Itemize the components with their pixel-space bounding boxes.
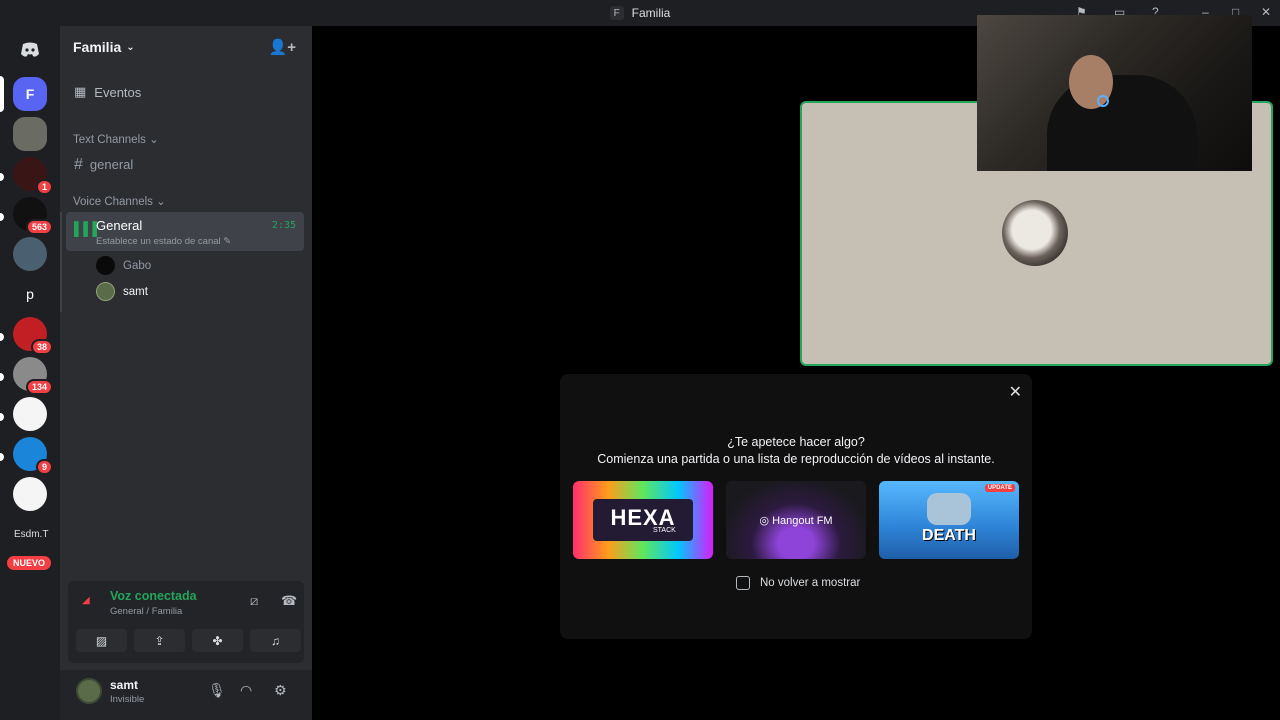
soundboard-button[interactable]: ♫ (250, 629, 301, 652)
discord-home-icon[interactable] (13, 33, 47, 67)
chevron-down-icon[interactable]: ⌄ (126, 42, 134, 53)
server-icon[interactable]: 1 (13, 157, 53, 195)
server-gym[interactable] (13, 477, 47, 511)
voice-status[interactable]: Voz conectada (110, 589, 197, 603)
guild-name[interactable]: Familia (73, 39, 121, 55)
prompt-heading: ¿Te apetece hacer algo? (727, 435, 865, 449)
mention-badge: 38 (30, 339, 53, 355)
events-label: Eventos (94, 84, 142, 100)
unread-pip (0, 413, 4, 421)
close-window-icon[interactable]: ✕ (1261, 5, 1271, 19)
voice-category[interactable]: Voice Channels ⌄ (73, 194, 166, 208)
activities-icon: ✤ (212, 633, 223, 648)
gear-icon[interactable]: ⚙ (274, 682, 287, 699)
chevron-down-icon: ⌄ (149, 134, 159, 146)
unread-pip (0, 333, 4, 341)
new-badge[interactable]: NUEVO (7, 556, 52, 570)
server-icon[interactable]: 9 (13, 437, 53, 475)
voice-member[interactable]: samt (96, 282, 148, 301)
voice-channel-general[interactable]: ▌▌▌ General Establece un estado de canal… (66, 212, 304, 251)
close-icon[interactable]: ✕ (1009, 382, 1022, 402)
card-art (927, 493, 971, 525)
unread-pip (0, 173, 4, 181)
card-subtitle: STACK (653, 527, 676, 534)
member-name: samt (123, 285, 148, 298)
add-member-icon[interactable]: 👤+ (269, 38, 296, 56)
voice-member[interactable]: Gabo (96, 256, 151, 275)
unread-pip (0, 213, 4, 221)
activity-card-hangout-fm[interactable]: ◎ Hangout FM (726, 481, 866, 559)
camera-button[interactable]: ▨ (76, 629, 127, 652)
camera-off-icon: ▨ (95, 633, 108, 648)
soundboard-icon: ♫ (271, 633, 280, 648)
server-icon[interactable]: 134 (13, 357, 53, 395)
checkbox-label: No volver a mostrar (760, 577, 861, 589)
unread-pip (0, 373, 4, 381)
user-status[interactable]: Invisible (110, 694, 144, 705)
text-category[interactable]: Text Channels ⌄ (73, 132, 159, 146)
user-panel: samt Invisible 🎙 ◠ ⚙ (60, 670, 312, 720)
mute-video-icon[interactable]: ⧄ (250, 593, 258, 609)
call-timer: 2:35 (271, 220, 296, 231)
voice-category-label: Voice Channels (73, 196, 153, 208)
activities-button[interactable]: ✤ (192, 629, 243, 652)
voice-channel-name: General (96, 218, 143, 233)
channel-sidebar: Familia ⌄ 👤+ ▦ Eventos Text Channels ⌄ #… (60, 26, 312, 720)
screen-share-icon: ⇪ (154, 633, 165, 648)
active-server-pip (0, 76, 4, 112)
channel-status[interactable]: Establece un estado de canal ✎ (96, 236, 231, 247)
server-initial-icon: F (609, 6, 624, 20)
server-rail: F 1 563 p 38 134 9 Esdm.T NUEVO (0, 26, 60, 720)
member-name: Gabo (123, 259, 152, 272)
calendar-icon: ▦ (74, 84, 87, 99)
voice-connection-panel: ◢ Voz conectada General / Familia ⧄ ☎ ▨ … (68, 581, 304, 663)
channel-general[interactable]: # general (74, 156, 133, 174)
checkbox-box[interactable] (736, 576, 750, 590)
card-title: HEXA (610, 505, 676, 530)
mention-badge: 1 (35, 179, 53, 195)
activity-prompt: ✕ ¿Te apetece hacer algo? Comienza una p… (560, 374, 1032, 639)
server-icon[interactable]: 563 (13, 197, 53, 235)
microphone-icon[interactable]: 🎙 (208, 682, 226, 699)
mention-badge: 563 (25, 219, 53, 235)
hash-icon: # (74, 156, 83, 173)
signal-icon[interactable]: ◢ (82, 595, 90, 606)
update-badge: UPDATE (984, 484, 1015, 492)
server-icon[interactable]: 38 (13, 317, 53, 355)
avatar[interactable] (76, 678, 102, 704)
prompt-subheading: Comienza una partida o una lista de repr… (597, 452, 995, 466)
chevron-down-icon: ⌄ (156, 196, 166, 208)
events-item[interactable]: ▦ Eventos (74, 84, 141, 100)
server-icon[interactable] (13, 117, 47, 151)
voice-channel-indicator (60, 212, 62, 312)
avatar (96, 282, 115, 301)
dont-show-again-checkbox[interactable]: No volver a mostrar (736, 576, 860, 590)
camera-preview[interactable] (977, 15, 1252, 171)
mention-badge: 134 (25, 379, 53, 395)
radio-icon: ◎ (759, 515, 769, 527)
screen-share-button[interactable]: ⇪ (134, 629, 185, 652)
headset-icon (1097, 95, 1109, 107)
server-icon[interactable] (13, 237, 47, 271)
headphones-icon[interactable]: ◠ (240, 682, 252, 699)
card-title: ◎ Hangout FM (759, 515, 833, 527)
disconnect-icon[interactable]: ☎ (281, 593, 297, 609)
text-category-label: Text Channels (73, 134, 146, 146)
server-icon[interactable] (13, 397, 47, 431)
window-title: Familia (631, 6, 671, 20)
folder-label[interactable]: Esdm.T (14, 529, 48, 540)
channel-name: general (89, 157, 134, 172)
username[interactable]: samt (110, 678, 138, 692)
mention-badge: 9 (35, 459, 53, 475)
guild-header[interactable]: Familia ⌄ 👤+ (60, 26, 312, 68)
participant-avatar (1002, 200, 1068, 266)
server-familia[interactable]: F (13, 77, 47, 111)
avatar (96, 256, 115, 275)
voice-location[interactable]: General / Familia (110, 606, 182, 617)
server-p[interactable]: p (13, 277, 47, 311)
card-title: DEATH (922, 527, 976, 544)
unread-pip (0, 453, 4, 461)
activity-card-death[interactable]: UPDATE DEATH (879, 481, 1019, 559)
activity-card-hexa-stack[interactable]: HEXA STACK (573, 481, 713, 559)
